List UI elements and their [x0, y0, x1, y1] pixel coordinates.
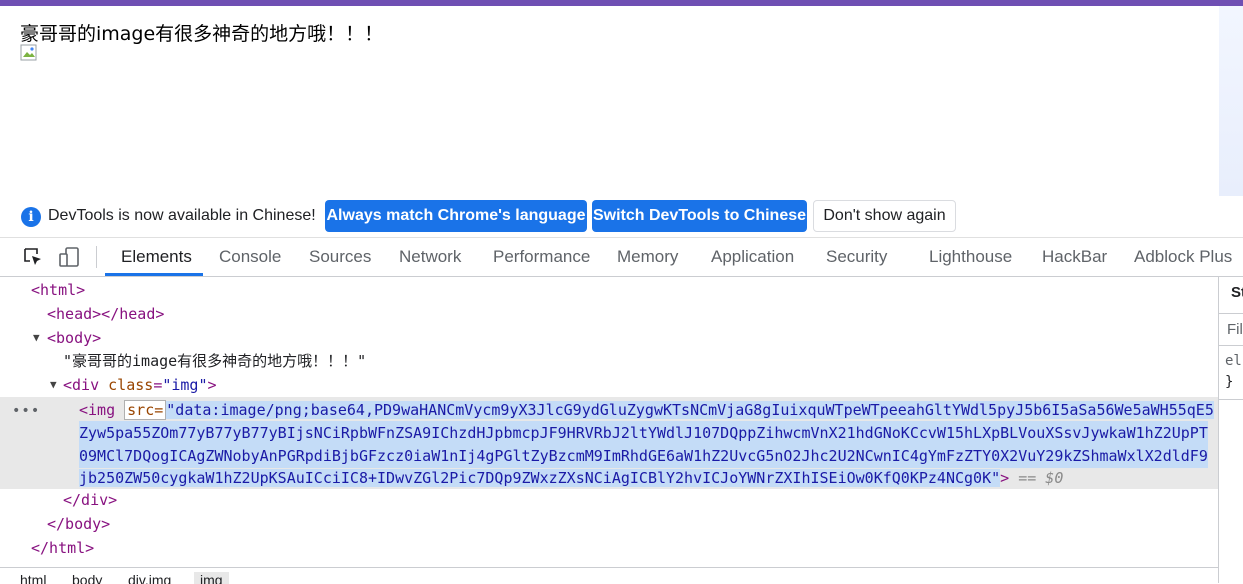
styles-divider: [1219, 345, 1243, 346]
img-tag: <img: [79, 401, 116, 419]
body-text-node: "豪哥哥的image有很多神奇的地方哦！！！": [63, 352, 367, 370]
img-src-value-line2[interactable]: Zyw5pa55ZOm77yB77yB77yBIjsNCiRpbWFnZSA9I…: [79, 421, 1208, 445]
console-ref-dollar: == $0: [1018, 469, 1064, 487]
breadcrumb-body[interactable]: body: [72, 572, 102, 584]
device-toolbar-icon[interactable]: [58, 246, 80, 268]
div-open-tag-end: >: [207, 376, 217, 394]
tab-application[interactable]: Application: [711, 238, 794, 276]
dom-line-img-3[interactable]: 09MCl7DQogICAgZWNobyAnPGRpdiBjbGFzcz0iaW…: [0, 444, 1218, 468]
browser-top-bar: [0, 0, 1243, 6]
styles-divider: [1219, 313, 1243, 314]
tab-memory[interactable]: Memory: [617, 238, 678, 276]
info-icon: i: [21, 207, 41, 227]
dom-line-html-open[interactable]: <html>: [0, 278, 1218, 302]
head-tag: <head></head>: [47, 305, 165, 323]
dom-line-div-close[interactable]: </div>: [0, 488, 1218, 512]
page-heading-text: 豪哥哥的image有很多神奇的地方哦！！！: [20, 23, 384, 45]
dom-line-img-2[interactable]: Zyw5pa55ZOm77yB77yB77yBIjsNCiRpbWFnZSA9I…: [0, 421, 1218, 445]
expanded-arrow-icon[interactable]: ▼: [50, 373, 57, 397]
page-background-edge: [1219, 6, 1243, 196]
styles-filter-input[interactable]: Fil: [1227, 321, 1243, 338]
html-close-tag: </html>: [31, 539, 95, 557]
tab-network[interactable]: Network: [399, 238, 461, 276]
dom-line-div-open[interactable]: ▼ <div class="img">: [0, 373, 1218, 397]
always-match-language-button[interactable]: Always match Chrome's language: [325, 200, 587, 232]
img-src-attr-name[interactable]: src=: [124, 400, 167, 420]
tab-adblock-plus[interactable]: Adblock Plus: [1134, 238, 1232, 276]
styles-divider: [1219, 399, 1243, 400]
breadcrumb: html body div.img img: [0, 567, 1218, 584]
html-open-tag: <html>: [31, 281, 86, 299]
tab-elements[interactable]: Elements: [121, 238, 192, 276]
inspect-element-icon[interactable]: [22, 246, 44, 268]
devtools-tab-bar: Elements Console Sources Network Perform…: [0, 237, 1243, 277]
body-open-tag: <body>: [47, 329, 102, 347]
breadcrumb-html[interactable]: html: [20, 572, 46, 584]
element-style-rule: el: [1225, 353, 1242, 369]
body-close-tag: </body>: [47, 515, 111, 533]
broken-image-icon: [20, 44, 37, 61]
elements-dom-tree: ••• <html> <head></head> ▼ <body> "豪哥哥的i…: [0, 277, 1218, 567]
dom-line-img-1[interactable]: <img src= "data:image/png;base64,PD9waHAN…: [0, 398, 1218, 422]
dom-line-img-4[interactable]: jb250ZW50cygkaW1hZ2UpKSAuICciIC8+IDwvZGl…: [0, 466, 1218, 490]
img-src-value-line4[interactable]: jb250ZW50cygkaW1hZ2UpKSAuICciIC8+IDwvZGl…: [79, 469, 1001, 487]
img-src-value-line3[interactable]: 09MCl7DQogICAgZWNobyAnPGRpdiBjbGFzcz0iaW…: [79, 444, 1208, 468]
breadcrumb-div-img[interactable]: div.img: [128, 572, 171, 584]
styles-tab[interactable]: St: [1231, 284, 1243, 301]
tab-performance[interactable]: Performance: [493, 238, 590, 276]
switch-devtools-chinese-button[interactable]: Switch DevTools to Chinese: [592, 200, 807, 232]
tab-security[interactable]: Security: [826, 238, 887, 276]
dom-line-html-close[interactable]: </html>: [0, 536, 1218, 560]
dom-line-body-text[interactable]: "豪哥哥的image有很多神奇的地方哦！！！": [0, 349, 1218, 373]
tab-sources[interactable]: Sources: [309, 238, 371, 276]
rule-close-brace: }: [1225, 374, 1234, 390]
div-close-tag: </div>: [63, 491, 118, 509]
img-src-value-line1[interactable]: "data:image/png;base64,PD9waHANCmVycm9yX…: [166, 401, 1214, 419]
dom-line-body-close[interactable]: </body>: [0, 512, 1218, 536]
div-open-tag: <div: [63, 376, 100, 394]
toolbar-separator: [96, 246, 97, 268]
active-tab-underline: [105, 273, 203, 276]
div-class-attr-name: class: [108, 376, 154, 394]
infobar-message: DevTools is now available in Chinese!: [48, 207, 316, 224]
tab-console[interactable]: Console: [219, 238, 281, 276]
tab-hackbar[interactable]: HackBar: [1042, 238, 1107, 276]
img-tag-end: >: [1000, 469, 1010, 487]
div-class-attr-value: "img": [162, 376, 208, 394]
devtools-language-infobar: i DevTools is now available in Chinese! …: [0, 199, 1243, 235]
styles-pane: St Fil el }: [1218, 277, 1243, 583]
expanded-arrow-icon[interactable]: ▼: [33, 326, 40, 350]
dont-show-again-button[interactable]: Don't show again: [813, 200, 956, 232]
dom-line-head[interactable]: <head></head>: [0, 302, 1218, 326]
breadcrumb-img[interactable]: img: [194, 572, 229, 584]
dom-line-body-open[interactable]: ▼ <body>: [0, 326, 1218, 350]
tab-lighthouse[interactable]: Lighthouse: [929, 238, 1012, 276]
